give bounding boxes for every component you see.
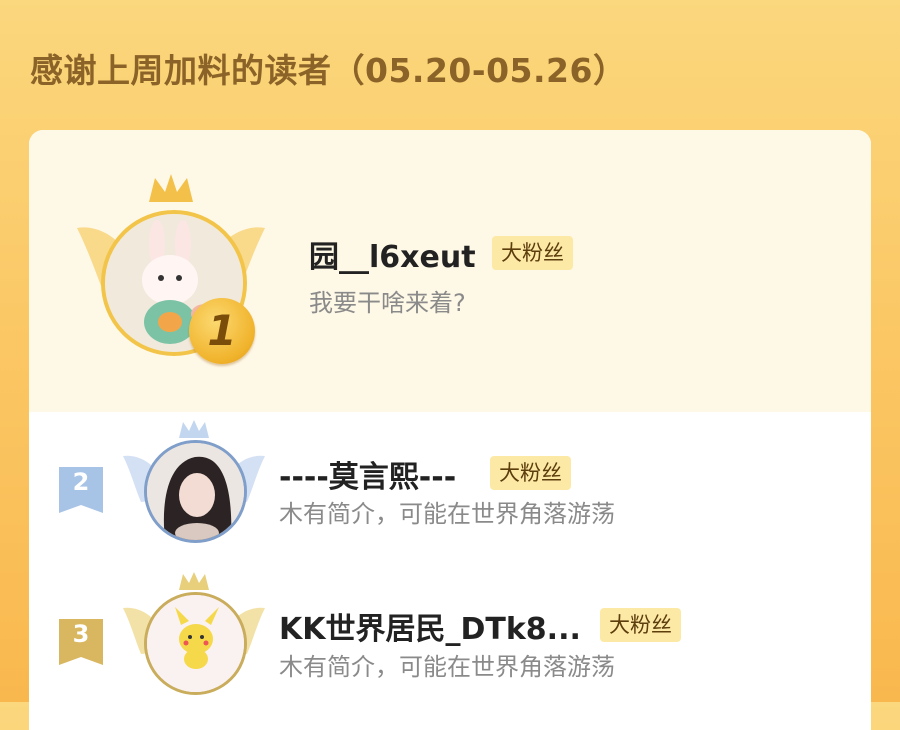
pikachu-avatar-icon xyxy=(147,595,244,692)
fan-badge: 大粉丝 xyxy=(600,608,681,642)
reader-name[interactable]: 园__l6xeut xyxy=(309,232,476,276)
reader-bio: 木有简介，可能在世界角落游荡 xyxy=(279,500,615,528)
portrait-avatar-icon xyxy=(147,443,244,540)
fan-badge: 大粉丝 xyxy=(490,456,571,490)
reader-bio: 木有简介，可能在世界角落游荡 xyxy=(279,653,615,681)
avatar-rank-2[interactable] xyxy=(144,440,247,543)
rank-2-label: 2 xyxy=(72,468,90,496)
reader-name[interactable]: KK世界居民_DTk8... xyxy=(279,604,581,648)
avatar-rank-3[interactable] xyxy=(144,592,247,695)
reader-name[interactable]: ----莫言熙--- xyxy=(279,452,456,496)
rank-1-badge: 1 xyxy=(189,298,255,364)
reader-ranking-card: 1 园__l6xeut 大粉丝 我要干啥来着? 2 ----莫言熙--- 大粉丝… xyxy=(29,130,871,730)
rank-1-section[interactable]: 1 园__l6xeut 大粉丝 我要干啥来着? xyxy=(29,130,871,412)
rank-3-label: 3 xyxy=(72,620,90,648)
reader-bio: 我要干啥来着? xyxy=(309,289,466,317)
fan-badge: 大粉丝 xyxy=(492,236,573,270)
page-title: 感谢上周加料的读者（05.20-05.26） xyxy=(30,51,627,90)
